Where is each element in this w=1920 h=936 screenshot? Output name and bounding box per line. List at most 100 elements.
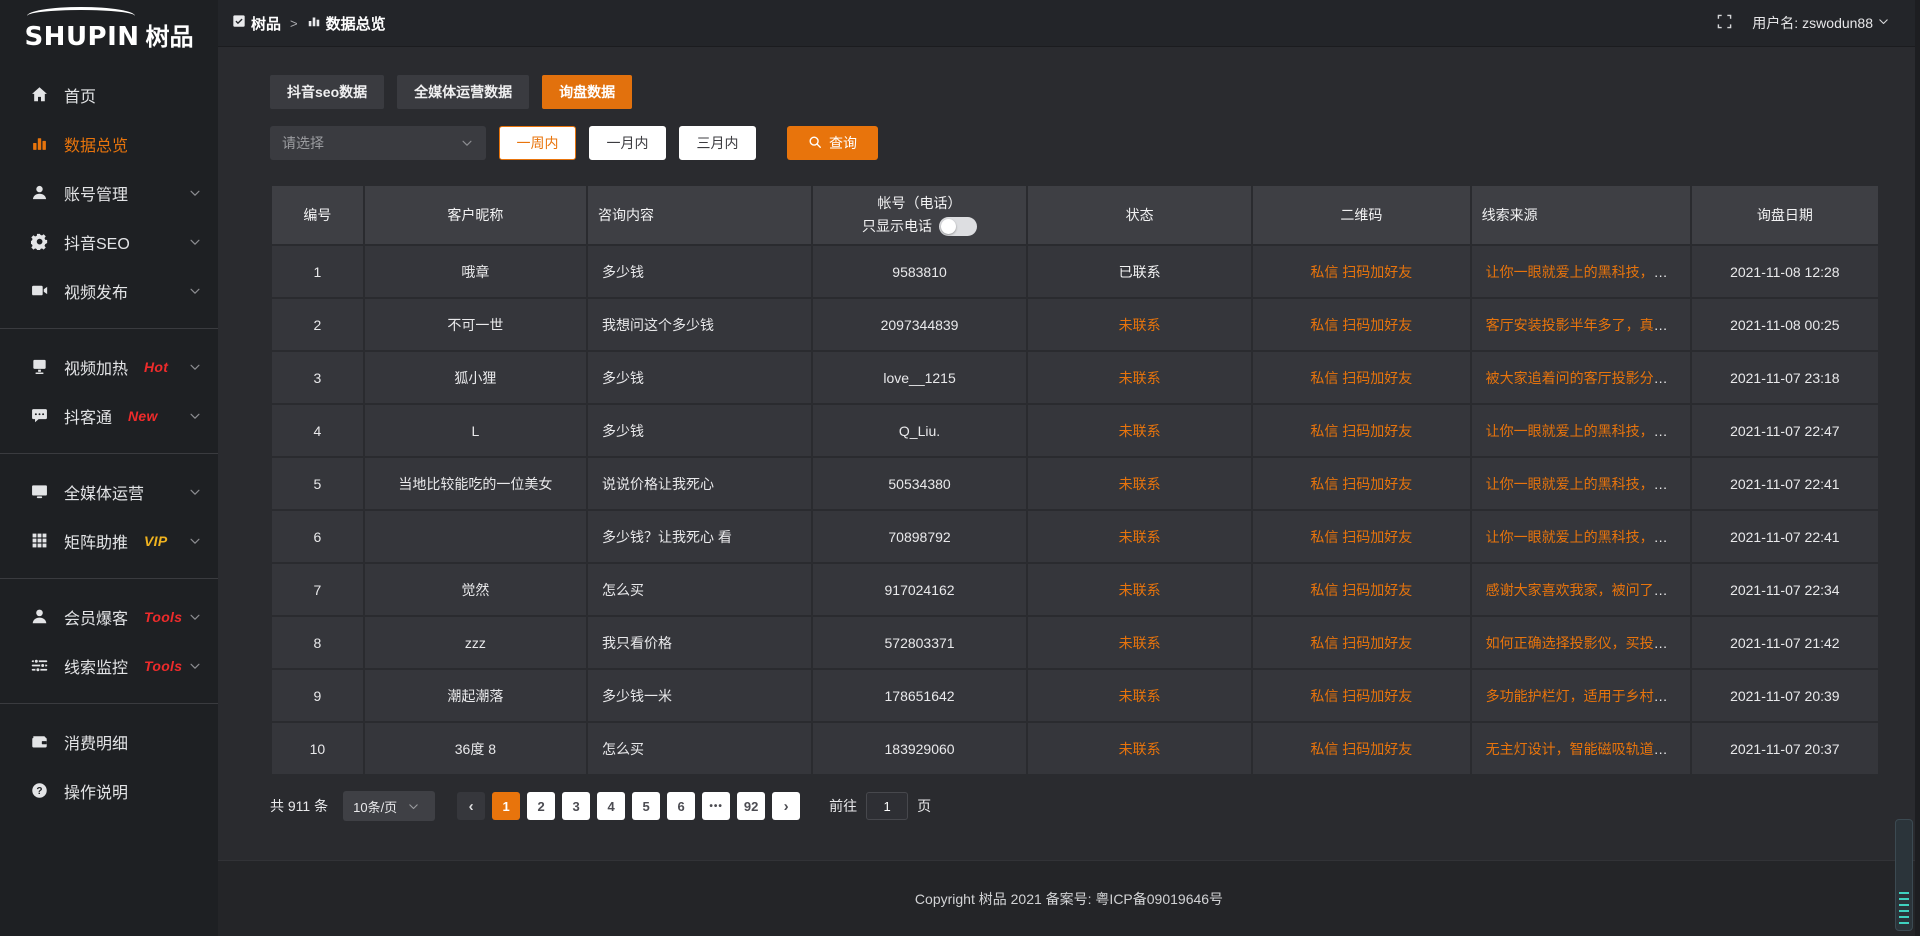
bar-chart-icon bbox=[30, 134, 49, 153]
phone-toggle-label: 只显示电话 bbox=[862, 216, 932, 237]
cell-account: love__1215 bbox=[813, 352, 1026, 403]
cell-date: 2021-11-07 20:39 bbox=[1692, 670, 1878, 721]
next-page-button[interactable]: › bbox=[772, 792, 800, 820]
source-link[interactable]: 感谢大家喜欢我家，被问了好... bbox=[1486, 582, 1680, 598]
status-text: 已联系 bbox=[1119, 264, 1161, 280]
cell-qr: 私信 扫码加好友 bbox=[1253, 511, 1470, 562]
tab-全媒体运营数据[interactable]: 全媒体运营数据 bbox=[397, 75, 529, 109]
account-select[interactable]: 请选择 bbox=[270, 126, 486, 160]
cell-number: 5 bbox=[272, 458, 363, 509]
page-button-6[interactable]: 6 bbox=[667, 792, 695, 820]
floating-widget-stripes bbox=[1899, 892, 1909, 924]
source-link[interactable]: 多功能护栏灯，适用于乡村文... bbox=[1486, 688, 1680, 704]
qr-add-friend-link[interactable]: 私信 扫码加好友 bbox=[1310, 529, 1412, 545]
goto-wrap: 前往 页 bbox=[829, 792, 931, 820]
source-link[interactable]: 让你一眼就爱上的黑科技，能... bbox=[1486, 423, 1680, 439]
qr-add-friend-link[interactable]: 私信 扫码加好友 bbox=[1310, 423, 1412, 439]
cell-nickname: 36度 8 bbox=[365, 723, 586, 774]
scrollbar-track[interactable] bbox=[1915, 0, 1920, 936]
cell-qr: 私信 扫码加好友 bbox=[1253, 617, 1470, 668]
chevron-down-icon bbox=[188, 235, 202, 249]
cell-number: 10 bbox=[272, 723, 363, 774]
sidebar-item-矩阵助推[interactable]: 矩阵助推VIP bbox=[0, 516, 218, 565]
range-button-一周内[interactable]: 一周内 bbox=[499, 126, 576, 160]
source-link[interactable]: 让你一眼就爱上的黑科技，能... bbox=[1486, 529, 1680, 545]
sliders-icon bbox=[30, 656, 49, 675]
source-link[interactable]: 让你一眼就爱上的黑科技，能... bbox=[1486, 476, 1680, 492]
qr-add-friend-link[interactable]: 私信 扫码加好友 bbox=[1310, 264, 1412, 280]
copyright-text: Copyright 树品 2021 备案号: 粤ICP备09019646号 bbox=[915, 889, 1223, 909]
breadcrumb-current[interactable]: 数据总览 bbox=[307, 13, 386, 34]
cell-content: 多少钱 bbox=[588, 246, 811, 297]
column-header-状态: 状态 bbox=[1028, 186, 1251, 244]
prev-page-button[interactable]: ‹ bbox=[457, 792, 485, 820]
breadcrumb-separator: > bbox=[290, 16, 298, 31]
search-button[interactable]: 查询 bbox=[787, 126, 878, 160]
page-button-5[interactable]: 5 bbox=[632, 792, 660, 820]
page-button-92[interactable]: 92 bbox=[737, 792, 765, 820]
cell-nickname: L bbox=[365, 405, 586, 456]
sidebar-item-操作说明[interactable]: ?操作说明 bbox=[0, 766, 218, 815]
page-button-1[interactable]: 1 bbox=[492, 792, 520, 820]
sidebar-item-消费明细[interactable]: 消费明细 bbox=[0, 717, 218, 766]
cell-status: 未联系 bbox=[1028, 458, 1251, 509]
qr-add-friend-link[interactable]: 私信 扫码加好友 bbox=[1310, 635, 1412, 651]
brand-logo[interactable]: SHUPIN 树品 bbox=[0, 0, 218, 58]
status-text: 未联系 bbox=[1119, 582, 1161, 598]
tab-抖音seo数据[interactable]: 抖音seo数据 bbox=[270, 75, 384, 109]
pager-ellipsis[interactable]: ••• bbox=[702, 792, 730, 820]
floating-widget[interactable] bbox=[1895, 819, 1913, 931]
sidebar-item-首页[interactable]: 首页 bbox=[0, 70, 218, 119]
qr-add-friend-link[interactable]: 私信 扫码加好友 bbox=[1310, 317, 1412, 333]
sidebar-item-全媒体运营[interactable]: 全媒体运营 bbox=[0, 467, 218, 516]
chevron-down-icon bbox=[188, 360, 202, 374]
page-button-3[interactable]: 3 bbox=[562, 792, 590, 820]
topbar: 树品 > 数据总览 用户名: zswodun88 bbox=[218, 0, 1920, 47]
page-button-4[interactable]: 4 bbox=[597, 792, 625, 820]
content: 抖音seo数据全媒体运营数据询盘数据 请选择 一周内一月内三月内 查询 编号客户… bbox=[218, 47, 1920, 860]
phone-only-toggle[interactable] bbox=[939, 217, 977, 236]
cell-date: 2021-11-07 21:42 bbox=[1692, 617, 1878, 668]
sidebar-item-视频发布[interactable]: 视频发布 bbox=[0, 266, 218, 315]
mini-chart-icon bbox=[307, 14, 321, 32]
qr-add-friend-link[interactable]: 私信 扫码加好友 bbox=[1310, 582, 1412, 598]
sidebar-item-抖客通[interactable]: 抖客通New bbox=[0, 391, 218, 440]
cell-qr: 私信 扫码加好友 bbox=[1253, 246, 1470, 297]
source-link[interactable]: 如何正确选择投影仪，买投影... bbox=[1486, 635, 1680, 651]
sidebar-item-抖音SEO[interactable]: 抖音SEO bbox=[0, 217, 218, 266]
qr-add-friend-link[interactable]: 私信 扫码加好友 bbox=[1310, 370, 1412, 386]
inquiry-table-wrap: 编号客户昵称咨询内容帐号（电话）只显示电话状态二维码线索来源询盘日期 1哦章多少… bbox=[270, 184, 1880, 776]
status-text: 未联系 bbox=[1119, 635, 1161, 651]
breadcrumb-home[interactable]: 树品 bbox=[232, 13, 281, 34]
cell-source: 感谢大家喜欢我家，被问了好... bbox=[1472, 564, 1690, 615]
chevron-down-icon bbox=[188, 534, 202, 548]
fullscreen-icon[interactable] bbox=[1717, 14, 1732, 32]
source-link[interactable]: 让你一眼就爱上的黑科技，能... bbox=[1486, 264, 1680, 280]
tab-询盘数据[interactable]: 询盘数据 bbox=[542, 75, 632, 109]
qr-add-friend-link[interactable]: 私信 扫码加好友 bbox=[1310, 688, 1412, 704]
source-link[interactable]: 被大家追着问的客厅投影分享... bbox=[1486, 370, 1680, 386]
qr-add-friend-link[interactable]: 私信 扫码加好友 bbox=[1310, 476, 1412, 492]
sidebar-item-会员爆客[interactable]: 会员爆客Tools bbox=[0, 592, 218, 641]
sidebar-item-数据总览[interactable]: 数据总览 bbox=[0, 119, 218, 168]
page-size-select[interactable]: 10条/页 bbox=[343, 791, 435, 821]
goto-page-input[interactable] bbox=[866, 792, 908, 820]
source-link[interactable]: 无主灯设计，智能磁吸轨道灯... bbox=[1486, 741, 1680, 757]
status-text: 未联系 bbox=[1119, 370, 1161, 386]
cell-nickname: 当地比较能吃的一位美女 bbox=[365, 458, 586, 509]
status-text: 未联系 bbox=[1119, 476, 1161, 492]
source-link[interactable]: 客厅安装投影半年多了，真实... bbox=[1486, 317, 1680, 333]
home-icon bbox=[30, 85, 49, 104]
sidebar-item-线索监控[interactable]: 线索监控Tools bbox=[0, 641, 218, 690]
cell-content: 多少钱 bbox=[588, 405, 811, 456]
cell-number: 6 bbox=[272, 511, 363, 562]
page-button-2[interactable]: 2 bbox=[527, 792, 555, 820]
cell-date: 2021-11-07 22:41 bbox=[1692, 511, 1878, 562]
user-menu[interactable]: 用户名: zswodun88 bbox=[1752, 13, 1890, 33]
sidebar-item-账号管理[interactable]: 账号管理 bbox=[0, 168, 218, 217]
qr-add-friend-link[interactable]: 私信 扫码加好友 bbox=[1310, 741, 1412, 757]
sidebar-item-badge: Tools bbox=[144, 609, 182, 625]
range-button-一月内[interactable]: 一月内 bbox=[589, 126, 666, 160]
sidebar-item-视频加热[interactable]: 视频加热Hot bbox=[0, 342, 218, 391]
range-button-三月内[interactable]: 三月内 bbox=[679, 126, 756, 160]
